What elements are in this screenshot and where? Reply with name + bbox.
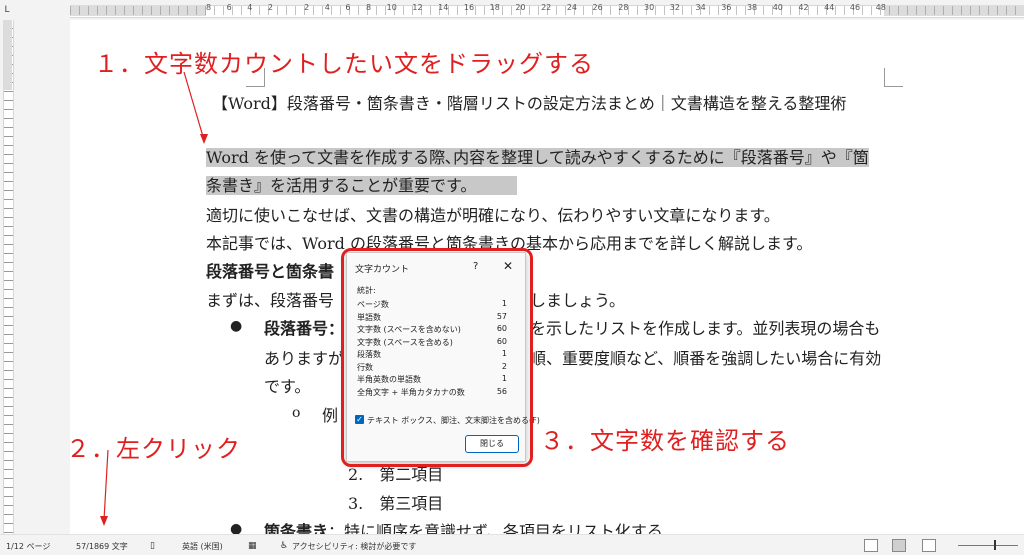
accessibility-status[interactable]: アクセシビリティ: 検討が必要です	[292, 541, 416, 552]
status-bar: 1/12 ページ 57/1869 文字 ▯ 英語 (米国) ▦ ♿ アクセシビリ…	[0, 534, 1024, 555]
zoom-slider[interactable]	[958, 545, 1018, 546]
word-count-indicator[interactable]: 57/1869 文字	[76, 541, 128, 552]
zoom-slider-knob[interactable]	[994, 540, 996, 550]
web-layout-button[interactable]	[922, 539, 936, 552]
annotation-highlight-box	[341, 248, 533, 467]
arrow-line-1	[183, 71, 205, 141]
text-predictions-icon[interactable]: ▦	[248, 541, 257, 551]
language-indicator[interactable]: 英語 (米国)	[182, 541, 223, 552]
accessibility-icon[interactable]: ♿	[280, 541, 288, 551]
read-mode-button[interactable]	[864, 539, 878, 552]
print-layout-button[interactable]	[892, 539, 906, 552]
proofing-icon[interactable]: ▯	[150, 541, 155, 551]
arrow-head-1	[200, 134, 208, 144]
arrow-head-2	[100, 516, 108, 526]
arrow-line-2	[103, 449, 109, 521]
page-indicator[interactable]: 1/12 ページ	[6, 541, 50, 552]
